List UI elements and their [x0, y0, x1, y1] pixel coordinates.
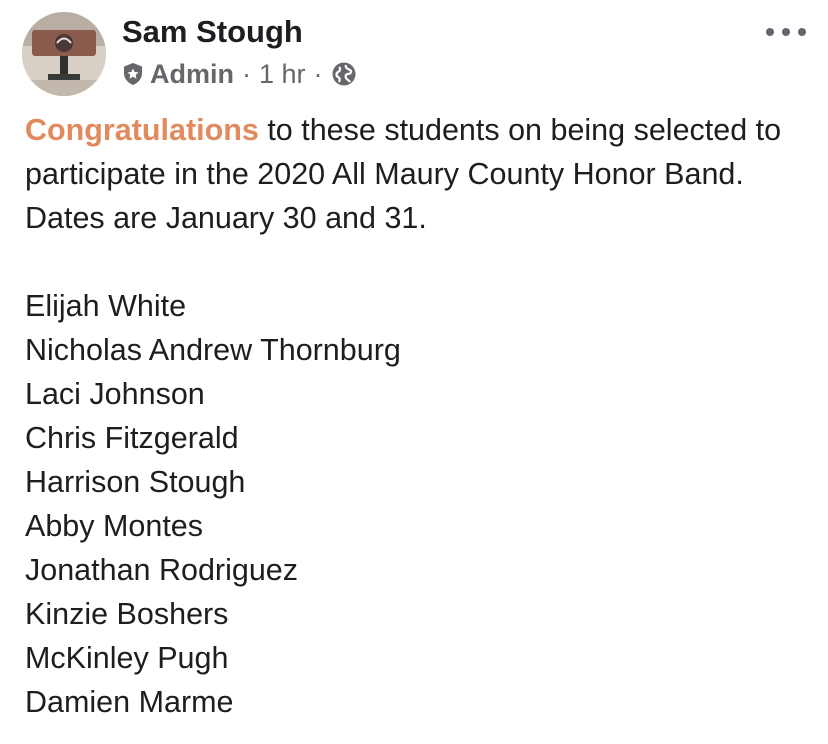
- more-dot: [782, 28, 790, 36]
- highlighted-word[interactable]: Congratulations: [25, 113, 259, 147]
- globe-icon[interactable]: [331, 61, 357, 87]
- post-timestamp[interactable]: 1 hr: [259, 59, 306, 90]
- post-message: Congratulations to these students on bei…: [25, 108, 815, 240]
- student-name-list: Elijah White Nicholas Andrew Thornburg L…: [25, 284, 401, 724]
- list-item: Nicholas Andrew Thornburg: [25, 333, 401, 367]
- more-options-icon[interactable]: [766, 22, 806, 42]
- avatar-image: [22, 12, 106, 96]
- list-item: Elijah White: [25, 289, 187, 323]
- role-label: Admin: [150, 58, 234, 89]
- list-item: Damien Marme: [25, 685, 234, 719]
- more-dot: [798, 28, 806, 36]
- post-body: Congratulations to these students on bei…: [25, 108, 815, 240]
- list-item: McKinley Pugh: [25, 641, 229, 675]
- list-item: Kinzie Boshers: [25, 597, 229, 631]
- meta-separator: ·: [313, 58, 323, 89]
- list-item: Laci Johnson: [25, 377, 205, 411]
- list-item: Harrison Stough: [25, 465, 246, 499]
- author-name[interactable]: Sam Stough: [122, 12, 303, 52]
- facebook-post: Sam Stough Admin · 1 hr · Congratulation…: [0, 0, 828, 744]
- shield-icon: [124, 63, 142, 85]
- meta-separator: ·: [242, 58, 251, 89]
- list-item: Abby Montes: [25, 509, 204, 543]
- post-meta: Admin · 1 hr ·: [122, 56, 357, 92]
- more-dot: [766, 28, 774, 36]
- list-item: Jonathan Rodriguez: [25, 553, 298, 587]
- list-item: Chris Fitzgerald: [25, 421, 239, 455]
- avatar[interactable]: [22, 12, 106, 96]
